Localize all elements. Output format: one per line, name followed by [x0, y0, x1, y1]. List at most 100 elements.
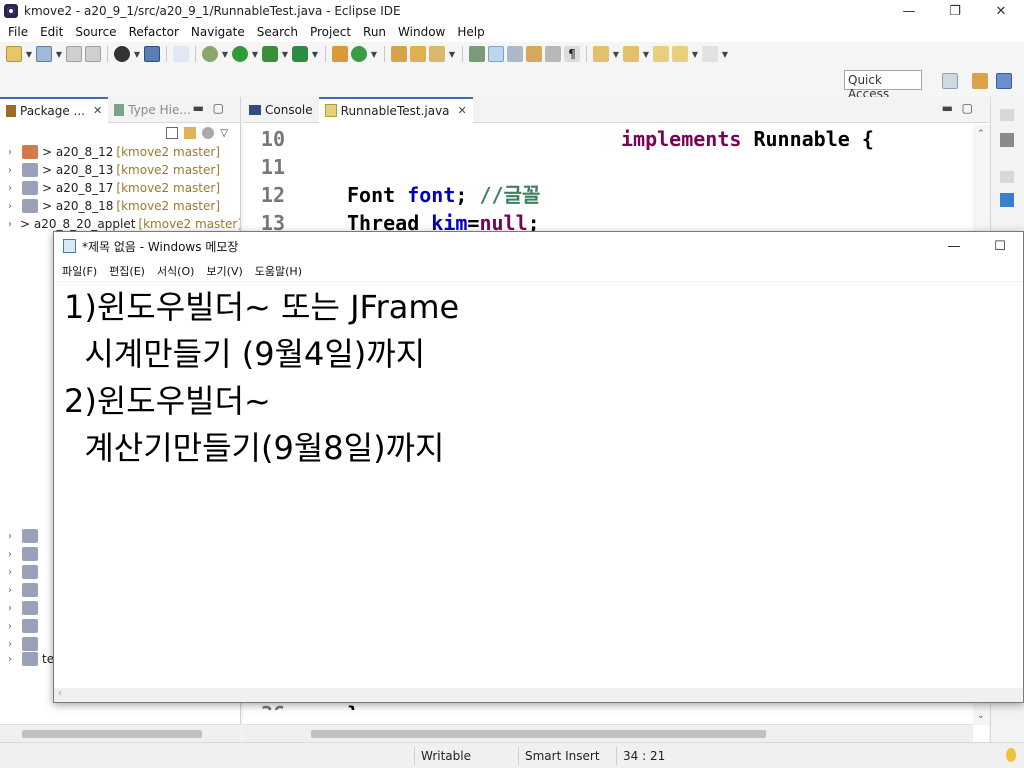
task-list-icon[interactable]: [1000, 193, 1014, 207]
minimize-view-icon[interactable]: ▬: [942, 101, 953, 115]
tree-item[interactable]: ›: [0, 617, 53, 635]
scroll-down-icon[interactable]: ⌄: [977, 711, 985, 721]
tree-item[interactable]: ›: [0, 581, 53, 599]
notepad-menu-file[interactable]: 파일(F): [56, 263, 103, 279]
chevron-down-icon[interactable]: ▼: [25, 46, 33, 62]
tree-item[interactable]: ›: [0, 599, 53, 617]
show-whitespace-icon[interactable]: [545, 46, 561, 62]
search-icon[interactable]: [429, 46, 445, 62]
menu-project[interactable]: Project: [304, 25, 357, 39]
tree-item[interactable]: ›: [0, 563, 53, 581]
tree-item[interactable]: › > a20_8_17 [kmove2 master]: [0, 179, 240, 197]
chevron-down-icon[interactable]: ▼: [281, 46, 289, 62]
chevron-down-icon[interactable]: ▼: [133, 46, 141, 62]
chevron-right-icon[interactable]: ›: [8, 621, 18, 632]
menu-run[interactable]: Run: [357, 25, 392, 39]
chevron-right-icon[interactable]: ›: [8, 165, 18, 176]
scroll-up-icon[interactable]: ⌃: [977, 129, 985, 139]
open-folder-icon[interactable]: [391, 46, 407, 62]
notepad-menu-view[interactable]: 보기(V): [200, 263, 248, 279]
menu-navigate[interactable]: Navigate: [185, 25, 251, 39]
tab-package-explorer[interactable]: Package ... ✕: [0, 96, 109, 123]
chevron-down-icon[interactable]: ▼: [448, 46, 456, 62]
minimize-view-icon[interactable]: ▬: [193, 101, 204, 115]
quick-access-field[interactable]: Quick Access: [844, 70, 922, 101]
new-class-icon[interactable]: [351, 46, 367, 62]
restore-icon[interactable]: [1000, 109, 1014, 121]
collapse-all-icon[interactable]: [166, 127, 179, 139]
link-editor-icon[interactable]: [184, 127, 197, 139]
prev-annotation-icon[interactable]: [623, 46, 639, 62]
save-icon[interactable]: [66, 46, 82, 62]
terminal-icon[interactable]: [144, 46, 160, 62]
debug-perspective-icon[interactable]: [972, 73, 988, 89]
open-perspective-icon[interactable]: [942, 73, 958, 89]
tree-item[interactable]: › > a20_8_12 [kmove2 master]: [0, 143, 240, 161]
save-all-icon[interactable]: [85, 46, 101, 62]
chevron-right-icon[interactable]: ›: [8, 567, 18, 578]
package-explorer-hscrollbar[interactable]: [0, 724, 241, 742]
maximize-button[interactable]: ❐: [932, 0, 978, 22]
close-icon[interactable]: ✕: [93, 104, 102, 117]
menu-source[interactable]: Source: [69, 25, 122, 39]
notepad-menu-help[interactable]: 도움말(H): [249, 263, 308, 279]
chevron-down-icon[interactable]: ▼: [642, 46, 650, 62]
scrollbar-thumb[interactable]: [22, 730, 202, 738]
view-menu-icon[interactable]: ▽: [220, 128, 228, 139]
last-edit-icon[interactable]: [653, 46, 669, 62]
chevron-down-icon[interactable]: ▼: [721, 46, 729, 62]
menu-window[interactable]: Window: [392, 25, 451, 39]
back-icon[interactable]: [672, 46, 688, 62]
tree-item[interactable]: › te: [0, 650, 60, 668]
scrollbar-thumb[interactable]: [311, 730, 766, 738]
forward-icon[interactable]: [702, 46, 718, 62]
tree-item[interactable]: › > a20_8_18 [kmove2 master]: [0, 197, 240, 215]
block-select-icon[interactable]: [526, 46, 542, 62]
pilcrow-icon[interactable]: ¶: [564, 46, 580, 62]
chevron-down-icon[interactable]: ▼: [311, 46, 319, 62]
menu-refactor[interactable]: Refactor: [123, 25, 185, 39]
chevron-right-icon[interactable]: ›: [8, 549, 18, 560]
close-button[interactable]: ✕: [978, 0, 1024, 22]
chevron-right-icon[interactable]: ›: [8, 603, 18, 614]
chevron-right-icon[interactable]: ›: [8, 585, 18, 596]
notepad-text-area[interactable]: 1)윈도우빌더~ 또는 JFrame 시계만들기 (9월4일)까지 2)윈도우빌더…: [64, 284, 1004, 680]
chevron-down-icon[interactable]: ▼: [612, 46, 620, 62]
notepad-minimize-button[interactable]: —: [931, 232, 977, 260]
tab-type-hierarchy[interactable]: Type Hie...: [108, 97, 197, 123]
restore-icon[interactable]: [1000, 171, 1014, 183]
menu-file[interactable]: File: [2, 25, 34, 39]
java-perspective-icon[interactable]: [996, 73, 1012, 89]
notepad-maximize-button[interactable]: ☐: [977, 232, 1023, 260]
lightbulb-icon[interactable]: [1006, 748, 1016, 762]
chevron-right-icon[interactable]: ›: [8, 639, 18, 650]
scroll-left-icon[interactable]: ‹: [58, 688, 62, 699]
coverage-icon[interactable]: [262, 46, 278, 62]
chevron-down-icon[interactable]: ▼: [55, 46, 63, 62]
chevron-right-icon[interactable]: ›: [8, 531, 18, 542]
notepad-menu-edit[interactable]: 편집(E): [103, 263, 151, 279]
run-icon[interactable]: [232, 46, 248, 62]
notepad-menu-format[interactable]: 서식(O): [151, 263, 200, 279]
tree-item[interactable]: ›: [0, 527, 53, 545]
next-annotation-icon[interactable]: [593, 46, 609, 62]
chevron-right-icon[interactable]: ›: [8, 147, 18, 158]
filter-icon[interactable]: [202, 127, 215, 139]
close-icon[interactable]: ✕: [458, 104, 467, 117]
tree-item[interactable]: › > a20_8_13 [kmove2 master]: [0, 161, 240, 179]
editor-hscrollbar[interactable]: [243, 724, 973, 742]
chevron-down-icon[interactable]: ▼: [221, 46, 229, 62]
new-icon[interactable]: [6, 46, 22, 62]
tab-runnabletest[interactable]: RunnableTest.java ✕: [318, 96, 473, 123]
tab-console[interactable]: Console: [243, 97, 319, 123]
chevron-down-icon[interactable]: ▼: [370, 46, 378, 62]
mark-occurrences-icon[interactable]: [507, 46, 523, 62]
highlight-icon[interactable]: [488, 46, 504, 62]
menu-search[interactable]: Search: [251, 25, 304, 39]
chevron-right-icon[interactable]: ›: [8, 219, 12, 230]
chevron-right-icon[interactable]: ›: [8, 654, 18, 665]
maximize-view-icon[interactable]: ▢: [213, 101, 224, 115]
new-package-icon[interactable]: [332, 46, 348, 62]
external-tools-icon[interactable]: [292, 46, 308, 62]
chevron-right-icon[interactable]: ›: [8, 183, 18, 194]
